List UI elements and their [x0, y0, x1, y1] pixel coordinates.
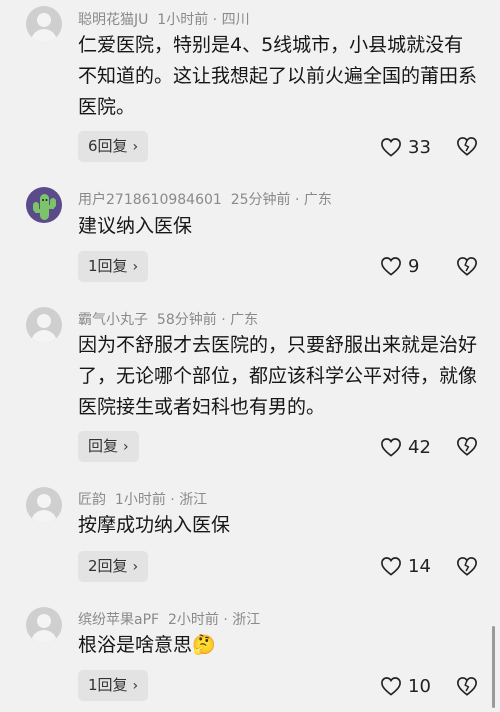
comment-text: 仁爱医院，特别是4、5线城市，小县城就没有不知道的。这让我想起了以前火遍全国的莆… — [78, 34, 478, 118]
chevron-right-icon: › — [132, 259, 139, 275]
reply-button[interactable]: 回复 › — [78, 431, 139, 462]
username[interactable]: 缤纷苹果aPF — [78, 612, 159, 628]
comment-text: 按摩成功纳入医保 — [78, 514, 231, 536]
like-button[interactable]: 42 — [380, 433, 450, 461]
comment-text: 根浴是啥意思🤔 — [78, 634, 216, 656]
dislike-button[interactable] — [456, 135, 478, 157]
dislike-button[interactable] — [456, 435, 478, 457]
like-button[interactable]: 10 — [380, 672, 450, 700]
chevron-right-icon: › — [132, 678, 139, 694]
heart-icon — [381, 257, 401, 276]
comment-text: 建议纳入医保 — [78, 215, 193, 237]
like-count: 14 — [408, 555, 431, 577]
like-button[interactable]: 9 — [380, 252, 450, 280]
comment-time: 1小时前 — [114, 492, 166, 508]
avatar[interactable] — [26, 187, 62, 223]
cactus-avatar-icon — [33, 194, 56, 220]
avatar[interactable] — [26, 307, 62, 343]
comment-text: 因为不舒服才去医院的，只要舒服出来就是治好了，无论哪个部位，都应该科学公平对待，… — [78, 334, 478, 418]
heart-icon — [381, 438, 401, 457]
chevron-right-icon: › — [123, 439, 129, 455]
comment-meta: 缤纷苹果aPF 2小时前 · 浙江 — [78, 612, 261, 628]
like-count: 42 — [408, 436, 431, 458]
like-count: 10 — [408, 675, 431, 697]
comment-location: 广东 — [230, 312, 259, 328]
view-replies-button[interactable]: 2回复 › — [78, 551, 149, 582]
dislike-button[interactable] — [456, 555, 478, 577]
comment-time: 58分钟前 — [156, 312, 217, 328]
comment-time: 2小时前 — [167, 612, 219, 628]
comment-meta: 用户2718610984601 25分钟前 · 广东 — [78, 192, 332, 208]
broken-heart-icon — [457, 257, 477, 276]
avatar[interactable] — [26, 487, 62, 523]
dislike-button[interactable] — [456, 255, 478, 277]
comment-meta: 聪明花猫JU 1小时前 · 四川 — [78, 12, 250, 28]
username[interactable]: 匠韵 — [78, 492, 106, 508]
comment-location: 浙江 — [179, 492, 208, 508]
heart-icon — [381, 138, 401, 157]
broken-heart-icon — [457, 137, 477, 156]
comment-location: 广东 — [303, 192, 332, 208]
heart-icon — [381, 677, 401, 696]
comment-meta: 匠韵 1小时前 · 浙江 — [78, 492, 208, 508]
comment-time: 1小时前 — [157, 12, 209, 28]
like-count: 33 — [408, 136, 431, 158]
username[interactable]: 用户2718610984601 — [78, 192, 222, 208]
username[interactable]: 聪明花猫JU — [78, 12, 148, 28]
heart-icon — [381, 557, 401, 576]
dislike-button[interactable] — [456, 675, 478, 697]
broken-heart-icon — [457, 677, 477, 696]
view-replies-button[interactable]: 6回复 › — [78, 131, 149, 162]
view-replies-button[interactable]: 1回复 › — [78, 251, 149, 282]
thinking-face-emoji: 🤔 — [192, 634, 216, 656]
username[interactable]: 霸气小丸子 — [78, 312, 148, 328]
comment-time: 25分钟前 — [230, 192, 291, 208]
broken-heart-icon — [457, 437, 477, 456]
chevron-right-icon: › — [132, 559, 139, 575]
chevron-right-icon: › — [132, 139, 139, 155]
comment-location: 四川 — [221, 12, 250, 28]
comment-meta: 霸气小丸子 58分钟前 · 广东 — [78, 312, 259, 328]
broken-heart-icon — [457, 557, 477, 576]
scrollbar[interactable] — [492, 626, 495, 708]
view-replies-button[interactable]: 1回复 › — [78, 670, 149, 701]
like-button[interactable]: 33 — [380, 133, 450, 161]
comment-location: 浙江 — [232, 612, 261, 628]
avatar[interactable] — [26, 607, 62, 643]
avatar[interactable] — [26, 6, 62, 42]
like-button[interactable]: 14 — [380, 552, 450, 580]
like-count: 9 — [408, 255, 420, 277]
